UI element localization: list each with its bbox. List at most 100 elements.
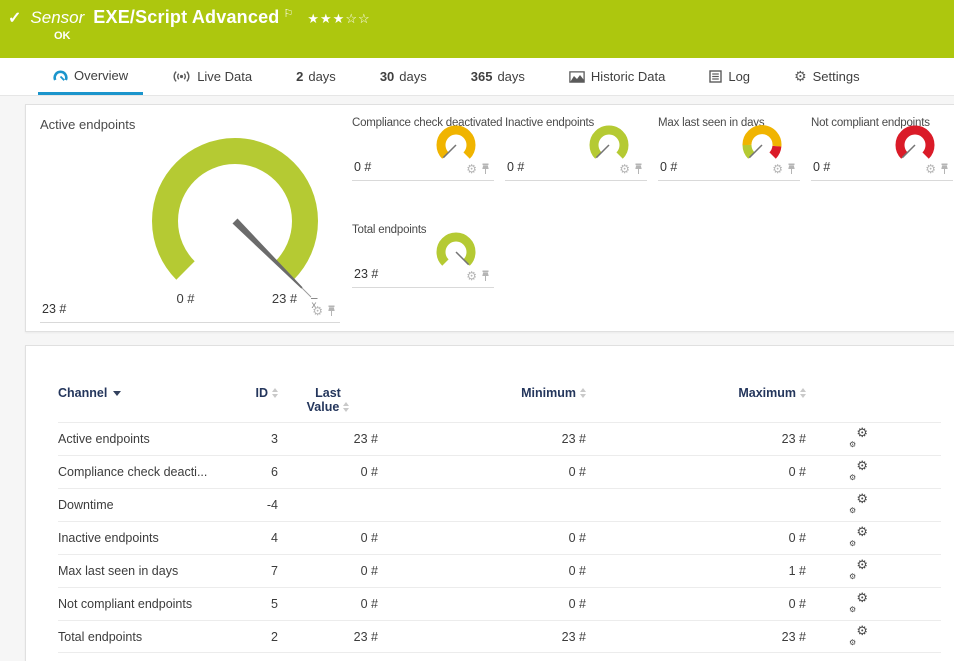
edit-channel-gears-icon[interactable]: ⚙⚙ — [849, 594, 868, 611]
edit-channel-gears-icon[interactable]: ⚙⚙ — [849, 495, 868, 512]
table-row[interactable]: Not compliant endpoints 5 0 # 0 # 0 # ⚙⚙ — [58, 587, 941, 620]
column-header-maximum[interactable]: Maximum — [586, 386, 806, 400]
tab-settings[interactable]: ⚙ Settings — [779, 58, 875, 95]
column-header-last-value[interactable]: Last Value — [278, 386, 378, 414]
channel-name[interactable]: Downtime — [58, 498, 248, 512]
gauge-settings-gear-icon[interactable]: ⚙ — [772, 162, 783, 176]
pin-icon[interactable] — [481, 270, 490, 282]
gauge-settings-gear-icon[interactable]: ⚙ — [466, 269, 477, 283]
tab-2-days[interactable]: 2 days — [281, 58, 351, 95]
edit-channel-gears-icon[interactable]: ⚙⚙ — [849, 627, 868, 644]
gauge-value: 0 # — [507, 160, 524, 174]
gauge-min-label: 0 # — [176, 291, 195, 306]
table-row[interactable]: Total endpoints 2 23 # 23 # 23 # ⚙⚙ — [58, 620, 941, 653]
tab-label: Overview — [74, 68, 128, 83]
maximum-value: 1 # — [586, 564, 806, 578]
sort-desc-icon — [113, 391, 121, 396]
tab-live-data[interactable]: Live Data — [157, 58, 267, 95]
tab-overview[interactable]: Overview — [38, 58, 143, 95]
tab-label: Historic Data — [591, 69, 665, 84]
last-value: 0 # — [278, 465, 378, 479]
channel-name[interactable]: Active endpoints — [58, 432, 248, 446]
active-endpoints-gauge: x 0 # 23 # — [115, 129, 355, 315]
channel-name[interactable]: Not compliant endpoints — [58, 597, 248, 611]
gauge-settings-gear-icon[interactable]: ⚙ — [925, 162, 936, 176]
tab-bar: Overview Live Data 2 days 30 days 365 da… — [0, 58, 954, 96]
gauge-value: 0 # — [354, 160, 371, 174]
page-title: EXE/Script Advanced — [93, 7, 279, 28]
edit-channel-gears-icon[interactable]: ⚙⚙ — [849, 429, 868, 446]
column-header-id[interactable]: ID — [248, 386, 278, 400]
pin-icon[interactable] — [481, 163, 490, 175]
gauge-tile-total-endpoints: Total endpoints 23 # ⚙ — [352, 224, 494, 288]
channel-id: 2 — [248, 630, 278, 644]
tab-historic-data[interactable]: Historic Data — [554, 58, 680, 95]
channel-name[interactable]: Compliance check deacti... — [58, 465, 248, 479]
small-gauges-grid: Compliance check deactivated 0 # ⚙ Inact… — [352, 117, 954, 331]
tab-label: days — [497, 69, 524, 84]
minimum-value: 0 # — [378, 465, 586, 479]
channel-id: 6 — [248, 465, 278, 479]
table-row[interactable]: Downtime -4 ⚙⚙ — [58, 488, 941, 521]
pin-icon[interactable] — [327, 305, 336, 317]
gauge-value: 23 # — [42, 302, 66, 316]
gauge-tile-max-last-seen: Max last seen in days 0 # ⚙ — [658, 117, 800, 181]
maximum-value: 23 # — [586, 630, 806, 644]
channel-id: 3 — [248, 432, 278, 446]
pin-icon[interactable] — [940, 163, 949, 175]
gauge-tile-not-compliant: Not compliant endpoints 0 # ⚙ — [811, 117, 953, 181]
tab-label: Log — [728, 69, 750, 84]
sensor-header: ✓ Sensor EXE/Script Advanced ⚐ ★★★☆☆ OK — [0, 0, 954, 58]
channel-name[interactable]: Inactive endpoints — [58, 531, 248, 545]
tab-number: 365 — [471, 69, 493, 84]
channel-name[interactable]: Total endpoints — [58, 630, 248, 644]
gauge-settings-gear-icon[interactable]: ⚙ — [466, 162, 477, 176]
last-value: 0 # — [278, 531, 378, 545]
flag-icon[interactable]: ⚐ — [283, 7, 293, 20]
channel-id: -4 — [248, 498, 278, 512]
priority-stars[interactable]: ★★★☆☆ — [307, 11, 370, 27]
inactive-endpoints-gauge — [583, 121, 635, 167]
channel-table-panel: Channel ID Last Value Minimum Maximum — [25, 345, 954, 661]
table-row[interactable]: Compliance check deacti... 6 0 # 0 # 0 #… — [58, 455, 941, 488]
tab-number: 30 — [380, 69, 394, 84]
channel-id: 5 — [248, 597, 278, 611]
table-row[interactable]: Active endpoints 3 23 # 23 # 23 # ⚙⚙ — [58, 422, 941, 455]
column-header-minimum[interactable]: Minimum — [378, 386, 586, 400]
table-row[interactable]: Max last seen in days 7 0 # 0 # 1 # ⚙⚙ — [58, 554, 941, 587]
pin-icon[interactable] — [634, 163, 643, 175]
minimum-value: 23 # — [378, 630, 586, 644]
gauge-value: 0 # — [813, 160, 830, 174]
not-compliant-gauge — [889, 121, 941, 167]
log-list-icon — [709, 70, 722, 83]
tab-label: days — [308, 69, 335, 84]
tab-30-days[interactable]: 30 days — [365, 58, 442, 95]
channel-table: Channel ID Last Value Minimum Maximum — [58, 386, 941, 653]
tab-label: Settings — [813, 69, 860, 84]
gauge-tile-compliance-check-deactivated: Compliance check deactivated 0 # ⚙ — [352, 117, 494, 181]
channel-id: 4 — [248, 531, 278, 545]
channel-name[interactable]: Max last seen in days — [58, 564, 248, 578]
edit-channel-gears-icon[interactable]: ⚙⚙ — [849, 561, 868, 578]
gauge-settings-gear-icon[interactable]: ⚙ — [619, 162, 630, 176]
edit-channel-gears-icon[interactable]: ⚙⚙ — [849, 462, 868, 479]
gauge-settings-gear-icon[interactable]: ⚙ — [312, 304, 323, 318]
pin-icon[interactable] — [787, 163, 796, 175]
sort-icon — [343, 402, 349, 412]
last-value: 0 # — [278, 597, 378, 611]
tab-log[interactable]: Log — [694, 58, 765, 95]
content-area: Active endpoints x 0 # 23 # 23 # ⚙ Compl… — [0, 96, 954, 661]
minimum-value: 23 # — [378, 432, 586, 446]
table-header-row: Channel ID Last Value Minimum Maximum — [58, 386, 941, 422]
last-value: 23 # — [278, 630, 378, 644]
settings-gear-icon: ⚙ — [794, 69, 807, 85]
edit-channel-gears-icon[interactable]: ⚙⚙ — [849, 528, 868, 545]
total-endpoints-gauge — [430, 228, 482, 274]
sort-icon — [800, 388, 806, 398]
table-row[interactable]: Inactive endpoints 4 0 # 0 # 0 # ⚙⚙ — [58, 521, 941, 554]
column-header-channel[interactable]: Channel — [58, 386, 248, 400]
gauge-tile-active-endpoints: Active endpoints x 0 # 23 # 23 # ⚙ — [40, 117, 340, 323]
tab-365-days[interactable]: 365 days — [456, 58, 540, 95]
status-check-icon: ✓ — [8, 8, 21, 28]
gauge-tile-inactive-endpoints: Inactive endpoints 0 # ⚙ — [505, 117, 647, 181]
